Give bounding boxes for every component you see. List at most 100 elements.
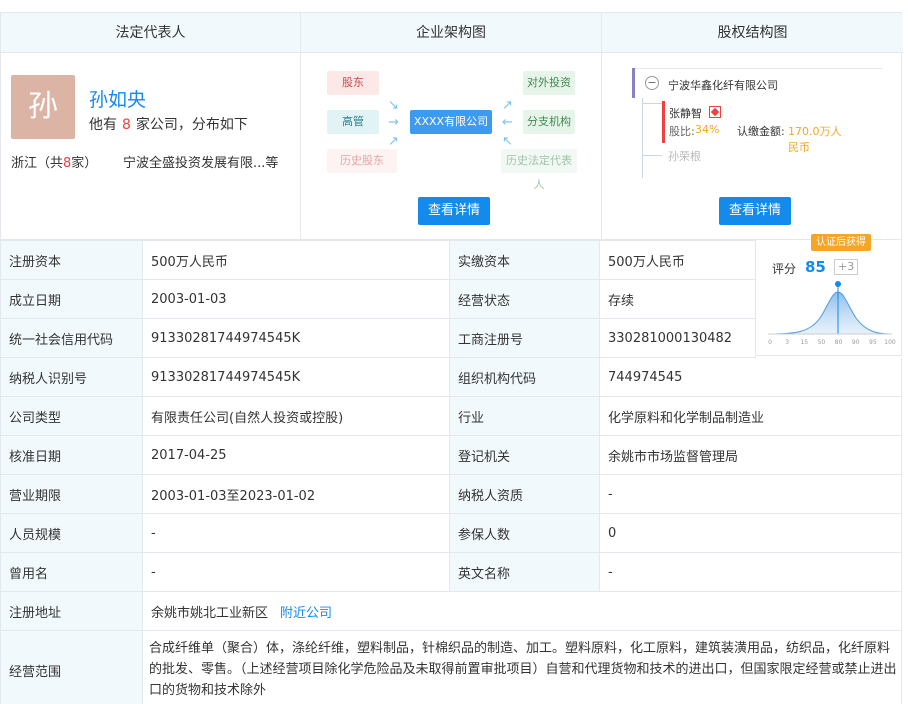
nearby-companies-link[interactable]: 附近公司: [280, 602, 332, 621]
field-label: 工商注册号: [450, 319, 600, 358]
axis-tick-label: 100: [884, 339, 896, 346]
field-value: 500万人民币: [143, 241, 450, 280]
field-label: 英文名称: [450, 553, 600, 592]
score-widget: 认证后获得 评分 85 +3 0 3 15 50 80 90 95 100: [756, 234, 902, 356]
table-row: 核准日期 2017-04-25 登记机关 余姚市市场监督管理局: [1, 436, 902, 475]
legal-rep-name[interactable]: 孙如央: [89, 85, 146, 112]
field-value: 化学原料和化学制品制造业: [600, 397, 902, 436]
field-label: 核准日期: [1, 436, 143, 475]
person-badge-icon: [709, 106, 721, 118]
node-branch: 分支机构: [523, 110, 575, 134]
legal-rep-panel: 法定代表人 孙 孙如央 他有 8 家公司，分布如下 浙江（共8家） 宁波全盛投资发展…: [1, 13, 301, 239]
structure-title: 企业架构图: [301, 13, 601, 53]
shareholder-name-2[interactable]: 孙荣根: [668, 148, 701, 164]
table-row: 曾用名 - 英文名称 -: [1, 553, 902, 592]
arrow-icon: ↗: [388, 134, 399, 149]
structure-panel: 企业架构图 股东 高管 历史股东 XXXX有限公司 对外投资 分支机构 历史法定…: [301, 13, 602, 239]
field-value: 2003-01-03至2023-01-02: [143, 475, 450, 514]
node-investment: 对外投资: [523, 71, 575, 95]
legal-rep-title: 法定代表人: [1, 13, 300, 53]
address-row: 注册地址 余姚市姚北工业新区 附近公司: [1, 592, 902, 631]
table-row: 营业期限 2003-01-03至2023-01-02 纳税人资质 -: [1, 475, 902, 514]
arrow-icon: ←: [502, 115, 513, 130]
region-suffix: 家）: [71, 156, 98, 171]
node-shareholder: 股东: [327, 71, 379, 95]
field-label: 公司类型: [1, 397, 143, 436]
field-value: -: [143, 553, 450, 592]
table-row: 公司类型 有限责任公司(自然人投资或控股) 行业 化学原料和化学制品制造业: [1, 397, 902, 436]
tree-line: [642, 155, 662, 156]
scope-label: 经营范围: [1, 631, 143, 704]
table-row: 统一社会信用代码 91330281744974545K 工商注册号 330281000…: [1, 319, 756, 358]
address-value-cell: 余姚市姚北工业新区 附近公司: [143, 592, 902, 631]
field-label: 营业期限: [1, 475, 143, 514]
field-value: 500万人民币: [600, 241, 756, 280]
field-value: 存续: [600, 280, 756, 319]
field-label: 组织机构代码: [450, 358, 600, 397]
field-label: 纳税人识别号: [1, 358, 143, 397]
field-label: 统一社会信用代码: [1, 319, 143, 358]
certify-tag[interactable]: 认证后获得: [811, 234, 871, 251]
amount-label: 认缴金额:: [737, 125, 785, 138]
field-label: 曾用名: [1, 553, 143, 592]
axis-tick-label: 80: [835, 339, 843, 346]
table-row: 人员规模 - 参保人数 0: [1, 514, 902, 553]
equity-company[interactable]: 宁波华鑫化纤有限公司: [668, 77, 778, 93]
company-count[interactable]: 8: [122, 117, 131, 133]
distribution-curve: [769, 291, 891, 335]
table-row: 纳税人识别号 91330281744974545K 组织机构代码 744974545: [1, 358, 902, 397]
axis-tick-label: 3: [785, 339, 789, 346]
legal-rep-summary: 他有 8 家公司，分布如下: [89, 114, 248, 134]
field-value: -: [600, 475, 902, 514]
axis-tick-label: 90: [852, 339, 860, 346]
region-distribution[interactable]: 浙江（共8家）: [11, 152, 97, 171]
equity-detail-button[interactable]: 查看详情: [719, 197, 792, 225]
node-company: XXXX有限公司: [410, 110, 492, 134]
field-value: 91330281744974545K: [143, 319, 450, 358]
overview-panels: 法定代表人 孙 孙如央 他有 8 家公司，分布如下 浙江（共8家） 宁波全盛投资发展…: [0, 12, 903, 240]
score-marker-dot: [835, 281, 841, 287]
score-delta: +3: [834, 259, 859, 275]
field-label: 参保人数: [450, 514, 600, 553]
axis-tick-label: 0: [768, 339, 772, 346]
tree-line: [642, 103, 662, 104]
divider: [632, 68, 882, 69]
field-label: 注册资本: [1, 241, 143, 280]
score-distribution-chart: 0 3 15 50 80 90 95 100: [768, 281, 896, 346]
field-label: 行业: [450, 397, 600, 436]
avatar[interactable]: 孙: [11, 75, 75, 139]
field-label: 人员规模: [1, 514, 143, 553]
address-label: 注册地址: [1, 592, 143, 631]
score-label: 评分: [772, 262, 797, 276]
table-row: 成立日期 2003-01-03 经营状态 存续: [1, 280, 756, 319]
table-row: 注册资本 500万人民币 实缴资本 500万人民币: [1, 241, 756, 280]
region-prefix: 浙江（共: [11, 156, 64, 171]
field-value: 余姚市市场监督管理局: [600, 436, 902, 475]
ratio-label: 股比:: [669, 125, 695, 138]
arrow-icon: →: [388, 115, 399, 130]
shareholder-name[interactable]: 张静智: [669, 105, 702, 121]
field-value: 0: [600, 514, 902, 553]
shareholder-card[interactable]: 张静智 股比: 34% 认缴金额: 170.0万人民币: [662, 101, 852, 154]
field-label: 纳税人资质: [450, 475, 600, 514]
node-history-shareholder: 历史股东: [327, 149, 397, 173]
field-value: 2003-01-03: [143, 280, 450, 319]
arrow-icon: ↘: [388, 98, 399, 113]
field-value: 有限责任公司(自然人投资或控股): [143, 397, 450, 436]
axis-tick-label: 15: [800, 339, 808, 346]
field-label: 实缴资本: [450, 241, 600, 280]
tree-line: [642, 98, 643, 178]
field-label: 成立日期: [1, 280, 143, 319]
equity-vertical-line: [632, 68, 635, 98]
summary-prefix: 他有: [89, 117, 117, 133]
axis-tick-label: 95: [869, 339, 877, 346]
company-preview[interactable]: 宁波全盛投资发展有限...等: [123, 152, 278, 171]
structure-detail-button[interactable]: 查看详情: [418, 197, 491, 225]
field-label: 经营状态: [450, 280, 600, 319]
collapse-icon[interactable]: −: [645, 76, 659, 90]
field-label: 登记机关: [450, 436, 600, 475]
field-value: 2017-04-25: [143, 436, 450, 475]
field-value: -: [600, 553, 902, 592]
axis-tick-label: 50: [818, 339, 826, 346]
summary-suffix: 家公司，分布如下: [135, 117, 248, 133]
